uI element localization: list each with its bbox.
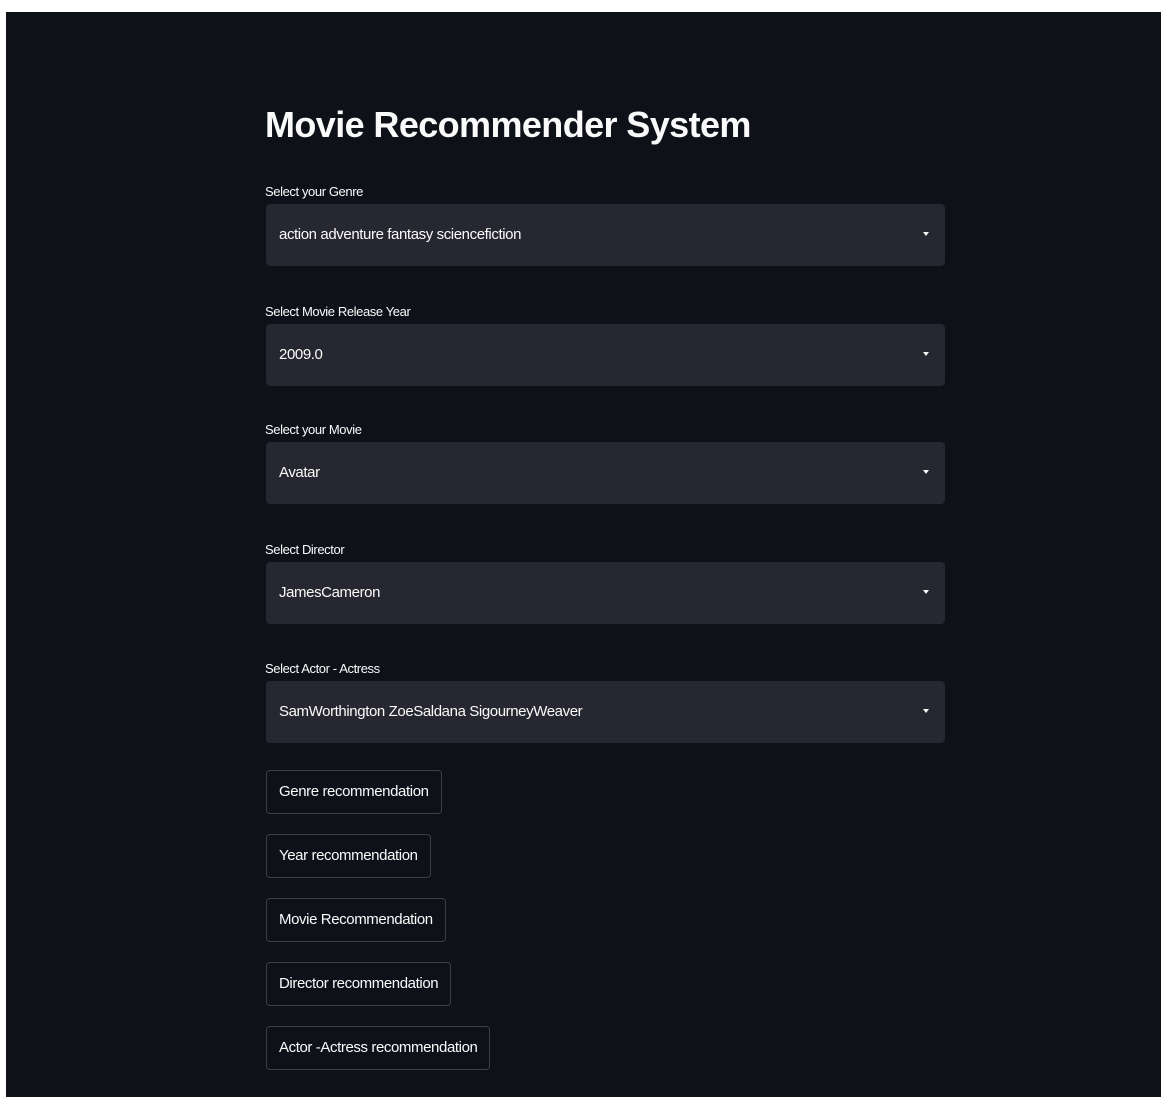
page-title: Movie Recommender System xyxy=(265,104,751,145)
actor-recommendation-button[interactable]: Actor -Actress recommendation xyxy=(266,1026,491,1070)
director-recommendation-button[interactable]: Director recommendation xyxy=(266,962,452,1006)
chevron-down-icon xyxy=(923,590,929,594)
year-label: Select Movie Release Year xyxy=(265,304,411,319)
director-field: Select Director JamesCameron xyxy=(265,540,945,624)
year-recommendation-button[interactable]: Year recommendation xyxy=(266,834,431,878)
year-select[interactable]: 2009.0 xyxy=(266,324,945,386)
genre-select[interactable]: action adventure fantasy sciencefiction xyxy=(266,204,945,266)
chevron-down-icon xyxy=(923,352,929,356)
director-select[interactable]: JamesCameron xyxy=(266,562,945,624)
movie-field: Select your Movie Avatar xyxy=(265,420,945,504)
year-field: Select Movie Release Year 2009.0 xyxy=(265,302,945,386)
genre-label: Select your Genre xyxy=(265,184,363,199)
chevron-down-icon xyxy=(923,232,929,236)
year-select-value: 2009.0 xyxy=(279,346,323,363)
movie-select-value: Avatar xyxy=(279,464,320,481)
actor-field: Select Actor - Actress SamWorthington Zo… xyxy=(265,659,945,743)
genre-recommendation-button[interactable]: Genre recommendation xyxy=(266,770,442,814)
director-select-value: JamesCameron xyxy=(279,584,381,601)
actor-label: Select Actor - Actress xyxy=(265,661,380,676)
genre-select-value: action adventure fantasy sciencefiction xyxy=(279,226,522,243)
actor-select-value: SamWorthington ZoeSaldana SigourneyWeave… xyxy=(279,703,583,720)
movie-select[interactable]: Avatar xyxy=(266,442,945,504)
movie-recommendation-button[interactable]: Movie Recommendation xyxy=(266,898,446,942)
genre-field: Select your Genre action adventure fanta… xyxy=(265,182,945,266)
chevron-down-icon xyxy=(923,470,929,474)
movie-label: Select your Movie xyxy=(265,422,362,437)
chevron-down-icon xyxy=(923,709,929,713)
actor-select[interactable]: SamWorthington ZoeSaldana SigourneyWeave… xyxy=(266,681,945,743)
director-label: Select Director xyxy=(265,542,345,557)
app-main: Movie Recommender System Select your Gen… xyxy=(6,12,1161,1097)
